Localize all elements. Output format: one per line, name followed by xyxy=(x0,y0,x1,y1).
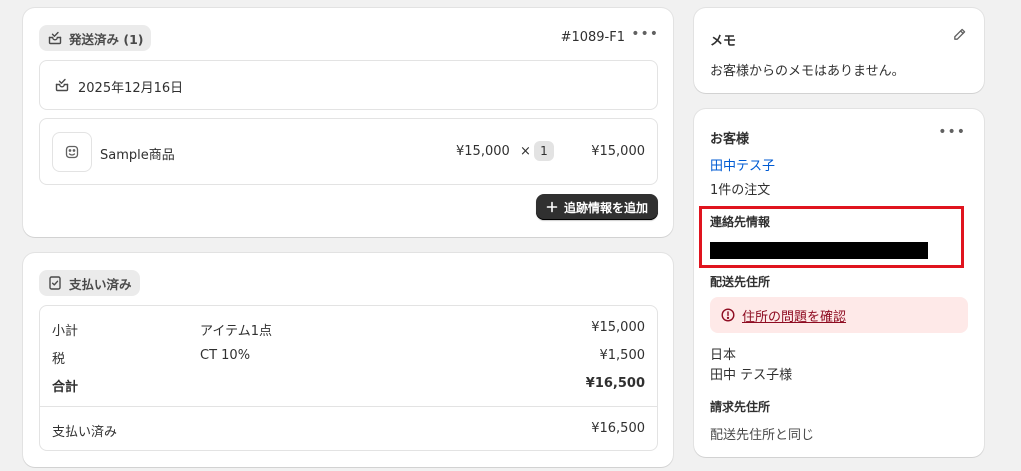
fulfilled-status-badge: 発送済み (1) xyxy=(39,25,152,51)
fulfillment-date: 2025年12月16日 xyxy=(78,81,184,96)
billing-address-body: 配送先住所と同じ xyxy=(710,428,815,443)
fulfilled-box-icon xyxy=(47,30,63,46)
fulfillment-order-ref: #1089-F1 xyxy=(560,30,625,45)
paid-status-badge: 支払い済み xyxy=(39,270,140,296)
tax-detail: CT 10% xyxy=(200,348,251,363)
customer-more-icon[interactable]: ••• xyxy=(938,124,966,140)
subtotal-label: 小計 xyxy=(52,324,79,339)
payment-row-total: 合計 ¥16,500 xyxy=(40,376,657,396)
line-total: ¥15,000 xyxy=(591,144,645,159)
edit-pencil-icon[interactable] xyxy=(952,27,967,42)
add-tracking-label: 追跡情報を追加 xyxy=(563,200,648,215)
subtotal-amount: ¥15,000 xyxy=(591,320,645,335)
payment-card: 支払い済み 小計 アイテム1点 ¥15,000 税 CT 10% ¥1,500 … xyxy=(23,253,673,467)
product-name[interactable]: Sample商品 xyxy=(100,144,175,163)
customer-title: お客様 xyxy=(710,132,750,147)
tax-label: 税 xyxy=(52,352,66,367)
alert-circle-icon xyxy=(721,308,735,322)
address-issue-link[interactable]: 住所の問題を確認 xyxy=(742,306,846,325)
times-sign: × xyxy=(520,144,531,159)
fulfillment-card: 発送済み (1) #1089-F1 ••• 2025年12月16日 Sample… xyxy=(23,8,673,237)
memo-card: メモ お客様からのメモはありません。 xyxy=(694,8,984,93)
payment-summary: 小計 アイテム1点 ¥15,000 税 CT 10% ¥1,500 合計 ¥16… xyxy=(39,305,658,451)
paid-label: 支払い済み xyxy=(52,425,118,440)
customer-name-link[interactable]: 田中テス子 xyxy=(710,155,775,174)
add-tracking-button[interactable]: 追跡情報を追加 xyxy=(535,194,658,220)
fulfilled-status-label: 発送済み (1) xyxy=(69,31,144,47)
paid-status-label: 支払い済み xyxy=(69,276,132,292)
address-issue-banner[interactable]: 住所の問題を確認 xyxy=(710,297,968,333)
total-amount: ¥16,500 xyxy=(585,376,645,391)
memo-title: メモ xyxy=(710,34,737,49)
payment-row-subtotal: 小計 アイテム1点 ¥15,000 xyxy=(40,320,657,340)
tax-amount: ¥1,500 xyxy=(599,348,646,363)
customer-order-count: 1件の注文 xyxy=(710,183,771,198)
total-label: 合計 xyxy=(52,380,79,395)
quantity-value: 1 xyxy=(540,144,548,158)
line-item-row: Sample商品 ¥15,000 × 1 ¥15,000 xyxy=(39,118,658,185)
address-recipient: 田中 テス子様 xyxy=(710,368,793,383)
billing-address-title: 請求先住所 xyxy=(710,400,771,414)
receipt-check-icon xyxy=(47,275,63,291)
fulfilled-date-icon xyxy=(54,77,70,93)
fulfillment-date-row: 2025年12月16日 xyxy=(39,60,658,110)
plus-icon xyxy=(546,201,558,213)
fulfillment-more-icon[interactable]: ••• xyxy=(631,26,659,42)
payment-row-paid: 支払い済み ¥16,500 xyxy=(40,421,657,441)
paid-amount: ¥16,500 xyxy=(591,421,645,436)
quantity-badge: 1 xyxy=(534,141,554,161)
product-thumbnail[interactable] xyxy=(52,132,92,172)
shipping-address-title: 配送先住所 xyxy=(710,275,771,289)
memo-body: お客様からのメモはありません。 xyxy=(710,64,905,79)
contact-info-highlight-frame xyxy=(699,206,964,268)
subtotal-detail: アイテム1点 xyxy=(200,324,272,339)
customer-card: お客様 ••• 田中テス子 1件の注文 連絡先情報 配送先住所 住所の問題を確認… xyxy=(694,109,984,457)
image-placeholder-icon xyxy=(64,144,80,160)
payment-row-tax: 税 CT 10% ¥1,500 xyxy=(40,348,657,368)
address-country: 日本 xyxy=(710,348,737,363)
unit-price: ¥15,000 xyxy=(456,144,510,159)
payment-divider xyxy=(40,406,657,407)
